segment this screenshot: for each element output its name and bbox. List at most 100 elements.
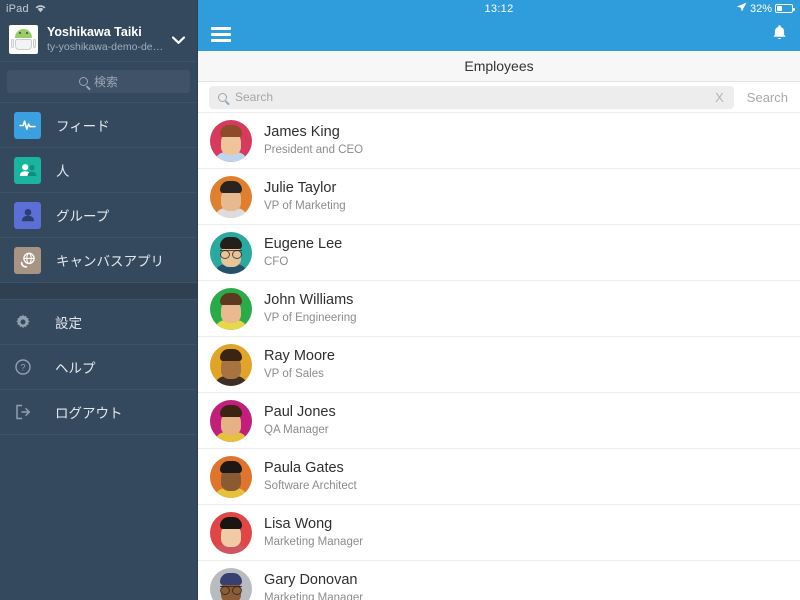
search-icon xyxy=(78,77,88,86)
people-icon xyxy=(14,156,41,184)
chevron-down-icon[interactable] xyxy=(167,29,189,51)
canvas-app-globe-icon xyxy=(14,246,41,274)
employee-title: Marketing Manager xyxy=(264,592,364,600)
search-button[interactable]: Search xyxy=(734,90,800,105)
avatar xyxy=(210,119,252,162)
employee-text: Paula Gates Software Architect xyxy=(264,459,357,494)
employee-title: CFO xyxy=(264,256,289,269)
employee-name: John Williams xyxy=(264,292,354,309)
employee-list-item[interactable]: Ray Moore VP of Sales xyxy=(198,337,800,394)
sidebar-item-people[interactable]: 人 xyxy=(0,148,197,193)
employee-title: President and CEO xyxy=(264,144,364,157)
employee-list-item[interactable]: John Williams VP of Engineering xyxy=(198,281,800,338)
employee-name: Ray Moore xyxy=(264,348,335,365)
android-robot-avatar xyxy=(9,25,38,54)
employee-title: VP of Engineering xyxy=(264,312,357,325)
sidebar-item-settings[interactable]: 設定 xyxy=(0,300,197,345)
sidebar-item-label: 設定 xyxy=(55,316,82,331)
employee-title: Marketing Manager xyxy=(264,536,364,549)
employee-name: James King xyxy=(264,124,340,141)
profile-text: Yoshikawa Taiki ty-yoshikawa-demo-dev-e… xyxy=(47,25,167,54)
sidebar-item-label: フィード xyxy=(56,119,110,134)
employee-name: Paula Gates xyxy=(264,460,344,477)
hamburger-menu-icon[interactable] xyxy=(211,26,231,42)
top-navbar xyxy=(198,17,800,52)
sidebar-item-label: ログアウト xyxy=(55,406,123,421)
sidebar-item-label: キャンバスアプリ xyxy=(56,254,164,269)
employee-title: VP of Marketing xyxy=(264,200,346,213)
profile-switcher[interactable]: Yoshikawa Taiki ty-yoshikawa-demo-dev-e… xyxy=(0,18,197,62)
svg-text:?: ? xyxy=(20,363,25,373)
status-clock: 13:12 xyxy=(484,2,514,15)
employee-text: Lisa Wong Marketing Manager xyxy=(264,515,363,550)
employee-name: Lisa Wong xyxy=(264,516,333,533)
battery-icon xyxy=(775,4,795,14)
employee-text: Eugene Lee CFO xyxy=(264,235,342,270)
wifi-icon xyxy=(34,3,47,16)
status-bar-left: iPad xyxy=(0,0,197,18)
clear-search-button[interactable]: X xyxy=(713,90,726,105)
sidebar-item-label: 人 xyxy=(56,164,70,179)
avatar xyxy=(210,567,252,600)
sidebar-divider xyxy=(0,283,197,300)
avatar xyxy=(210,175,252,218)
employee-name: Eugene Lee xyxy=(264,236,343,253)
employee-list-item[interactable]: Lisa Wong Marketing Manager xyxy=(198,505,800,562)
employee-list[interactable]: James King President and CEO Julie Taylor V… xyxy=(198,113,800,600)
employee-list-item[interactable]: Paula Gates Software Architect xyxy=(198,449,800,506)
search-placeholder: Search xyxy=(235,90,274,105)
sidebar-nav-footer: 設定 ? ヘルプ ログアウト xyxy=(0,300,197,435)
page-title: Employees xyxy=(464,58,534,75)
group-icon xyxy=(14,201,41,229)
help-question-icon: ? xyxy=(14,354,32,381)
feed-pulse-icon xyxy=(14,111,41,139)
employee-name: Gary Donovan xyxy=(264,572,358,589)
status-battery-group: 32% xyxy=(736,0,795,17)
employee-title: Software Architect xyxy=(264,480,357,493)
avatar xyxy=(210,287,252,330)
employee-text: Ray Moore VP of Sales xyxy=(264,347,335,382)
employee-title: VP of Sales xyxy=(264,368,324,381)
employee-text: John Williams VP of Engineering xyxy=(264,291,357,326)
employee-text: Paul Jones QA Manager xyxy=(264,403,336,438)
employee-list-item[interactable]: James King President and CEO xyxy=(198,113,800,170)
sidebar-search-wrap: 検索 xyxy=(0,62,197,102)
avatar xyxy=(210,343,252,386)
employee-text: James King President and CEO xyxy=(264,123,363,158)
employee-list-item[interactable]: Julie Taylor VP of Marketing xyxy=(198,169,800,226)
profile-subtitle: ty-yoshikawa-demo-dev-e… xyxy=(47,41,167,53)
sidebar-item-feed[interactable]: フィード xyxy=(0,103,197,148)
sidebar-item-groups[interactable]: グループ xyxy=(0,193,197,238)
profile-name: Yoshikawa Taiki xyxy=(47,25,142,39)
sidebar-nav-primary: フィード 人 グループ キャンバスアプリ xyxy=(0,102,197,283)
sidebar: iPad Yoshikawa Taiki ty-yoshikawa-demo-d… xyxy=(0,0,197,600)
sidebar-item-logout[interactable]: ログアウト xyxy=(0,390,197,435)
app-root: iPad Yoshikawa Taiki ty-yoshikawa-demo-d… xyxy=(0,0,800,600)
location-arrow-icon xyxy=(736,2,747,15)
employee-list-item[interactable]: Eugene Lee CFO xyxy=(198,225,800,282)
employee-name: Julie Taylor xyxy=(264,180,337,197)
sidebar-item-canvas-apps[interactable]: キャンバスアプリ xyxy=(0,238,197,283)
avatar xyxy=(210,511,252,554)
employee-list-item[interactable]: Paul Jones QA Manager xyxy=(198,393,800,450)
sidebar-item-label: ヘルプ xyxy=(55,361,96,376)
employee-title: QA Manager xyxy=(264,424,329,437)
status-device-label: iPad xyxy=(6,3,29,15)
sidebar-item-help[interactable]: ? ヘルプ xyxy=(0,345,197,390)
search-input[interactable]: Search X xyxy=(209,85,734,109)
avatar xyxy=(210,231,252,274)
sidebar-search-input[interactable]: 検索 xyxy=(7,70,190,93)
employee-list-item[interactable]: Gary Donovan Marketing Manager xyxy=(198,561,800,600)
employee-text: Gary Donovan Marketing Manager xyxy=(264,571,363,600)
battery-percent: 32% xyxy=(749,2,772,15)
avatar xyxy=(210,455,252,498)
main-content: 13:12 32% Employees Search X Search Jame… xyxy=(197,0,800,600)
search-icon xyxy=(218,92,227,102)
sidebar-item-label: グループ xyxy=(56,209,110,224)
search-bar-row: Search X Search xyxy=(198,82,800,114)
employee-name: Paul Jones xyxy=(264,404,336,421)
page-title-bar: Employees xyxy=(198,51,800,83)
bell-icon[interactable] xyxy=(772,24,787,45)
sidebar-search-label: 検索 xyxy=(93,75,118,89)
avatar xyxy=(210,399,252,442)
